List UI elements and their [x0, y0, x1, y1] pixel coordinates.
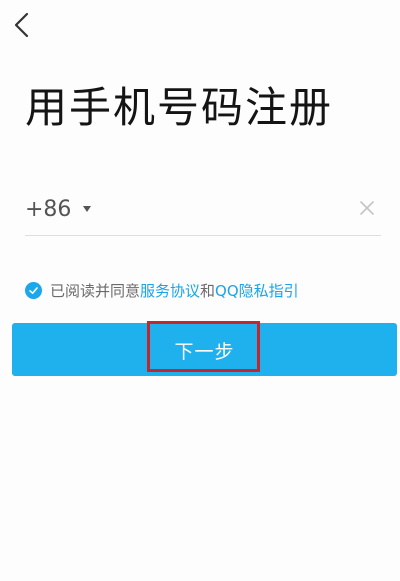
- check-icon: [29, 287, 38, 294]
- back-button[interactable]: [8, 8, 36, 42]
- agree-checkbox[interactable]: [25, 282, 42, 299]
- close-icon: [360, 201, 374, 215]
- service-agreement-link[interactable]: 服务协议: [140, 280, 200, 301]
- country-code: +86: [25, 196, 72, 222]
- page-title: 用手机号码注册: [25, 83, 334, 132]
- chevron-left-icon: [14, 12, 29, 38]
- agreement-row: 已阅读并同意 服务协议和 QQ隐私指引: [25, 280, 299, 301]
- privacy-guide-link[interactable]: QQ隐私指引: [215, 280, 299, 301]
- triangle-down-icon: [83, 206, 92, 212]
- phone-number-input[interactable]: [115, 192, 339, 228]
- next-button[interactable]: 下一步: [12, 321, 397, 376]
- agreement-prefix: 已阅读并同意: [50, 282, 141, 300]
- clear-button[interactable]: [357, 198, 377, 218]
- country-code-selector[interactable]: +86: [25, 192, 92, 226]
- phone-row: +86: [25, 186, 381, 236]
- next-button-label: 下一步: [174, 341, 235, 363]
- agreement-joiner: 和: [200, 282, 216, 300]
